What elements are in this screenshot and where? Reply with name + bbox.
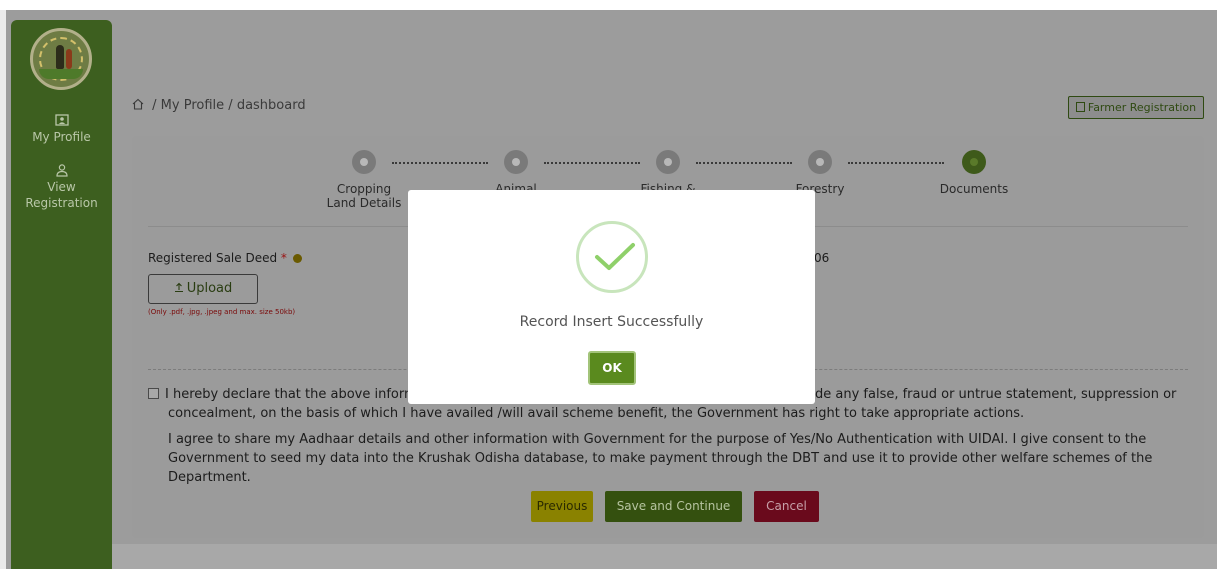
declaration-text-line2: concealment, on the basis of which I hav… [168, 406, 1025, 421]
farmer-registration-button[interactable]: Farmer Registration [1068, 96, 1204, 119]
footer-strip [112, 544, 1217, 569]
step-cropping-line2: Land Details [326, 196, 402, 210]
top-strip [0, 0, 1217, 10]
cancel-button[interactable]: Cancel [754, 491, 819, 522]
upload-hint: (Only .pdf, .jpg, .jpeg and max. size 50… [148, 308, 296, 316]
krushak-logo [30, 28, 92, 90]
step-animal-dot[interactable] [504, 150, 528, 174]
step-cropping-label: Cropping Land Details [304, 182, 424, 210]
success-modal: Record Insert Successfully OK [408, 190, 815, 404]
step-connector [544, 162, 640, 164]
step-connector [848, 162, 944, 164]
step-documents-label: Documents [939, 182, 1009, 196]
home-icon[interactable] [132, 98, 144, 110]
success-check-icon [576, 221, 648, 293]
breadcrumb-separator: / [228, 98, 233, 113]
sidebar-item-label-line2: Registration [25, 196, 98, 210]
step-forestry-dot[interactable] [808, 150, 832, 174]
agreement-line3: Department. [168, 470, 251, 485]
declaration-line1-left: I hereby declare that the above inform [148, 385, 417, 404]
info-icon[interactable] [292, 254, 302, 263]
profile-card-icon [54, 114, 69, 126]
breadcrumb-dashboard: dashboard [236, 98, 306, 113]
upload-icon [174, 282, 183, 293]
save-and-continue-button[interactable]: Save and Continue [605, 491, 742, 522]
breadcrumb-my-profile[interactable]: My Profile [161, 98, 224, 113]
step-cropping-line1: Cropping [336, 182, 392, 196]
breadcrumb: / My Profile / dashboard [132, 98, 306, 113]
checkmark-icon [595, 243, 635, 270]
step-connector [392, 162, 488, 164]
ok-button[interactable]: OK [588, 351, 636, 385]
sidebar-item-label-line1: View [47, 180, 76, 194]
user-icon [55, 164, 68, 177]
agreement-line1: I agree to share my Aadhaar details and … [168, 432, 1147, 447]
previous-button[interactable]: Previous [531, 491, 593, 522]
sidebar-item-view-registration[interactable]: View Registration [11, 163, 112, 211]
declaration-text-right: de any false, fraud or untrue statement,… [815, 387, 1177, 402]
step-fishing-dot[interactable] [656, 150, 680, 174]
declaration-checkbox[interactable] [148, 388, 159, 399]
breadcrumb-separator: / [152, 98, 157, 113]
upload-label: Upload [186, 281, 233, 296]
sidebar: My Profile View Registration [11, 20, 112, 569]
logo-figure-2 [66, 49, 72, 69]
logo-farmer-figure [56, 45, 64, 69]
required-mark: * [280, 251, 287, 265]
sidebar-item-my-profile[interactable]: My Profile [11, 113, 112, 145]
sidebar-item-label: My Profile [32, 130, 91, 144]
modal-message: Record Insert Successfully [519, 314, 704, 330]
step-connector [696, 162, 792, 164]
upload-button[interactable]: Upload [148, 274, 258, 304]
step-cropping-dot[interactable] [352, 150, 376, 174]
logo-ground [39, 69, 83, 79]
document-value: 06 [814, 251, 830, 265]
agreement-line2: Government to seed my data into the Krus… [168, 451, 1153, 466]
farmer-registration-label: Farmer Registration [1087, 101, 1197, 114]
step-documents-dot[interactable] [962, 150, 986, 174]
sale-deed-label-text: Registered Sale Deed [148, 251, 278, 265]
sale-deed-label: Registered Sale Deed * [148, 251, 302, 265]
document-icon [1075, 102, 1085, 112]
declaration-text-left: I hereby declare that the above inform [165, 387, 417, 402]
app-frame: My Profile View Registration / My Profil… [0, 0, 1217, 569]
